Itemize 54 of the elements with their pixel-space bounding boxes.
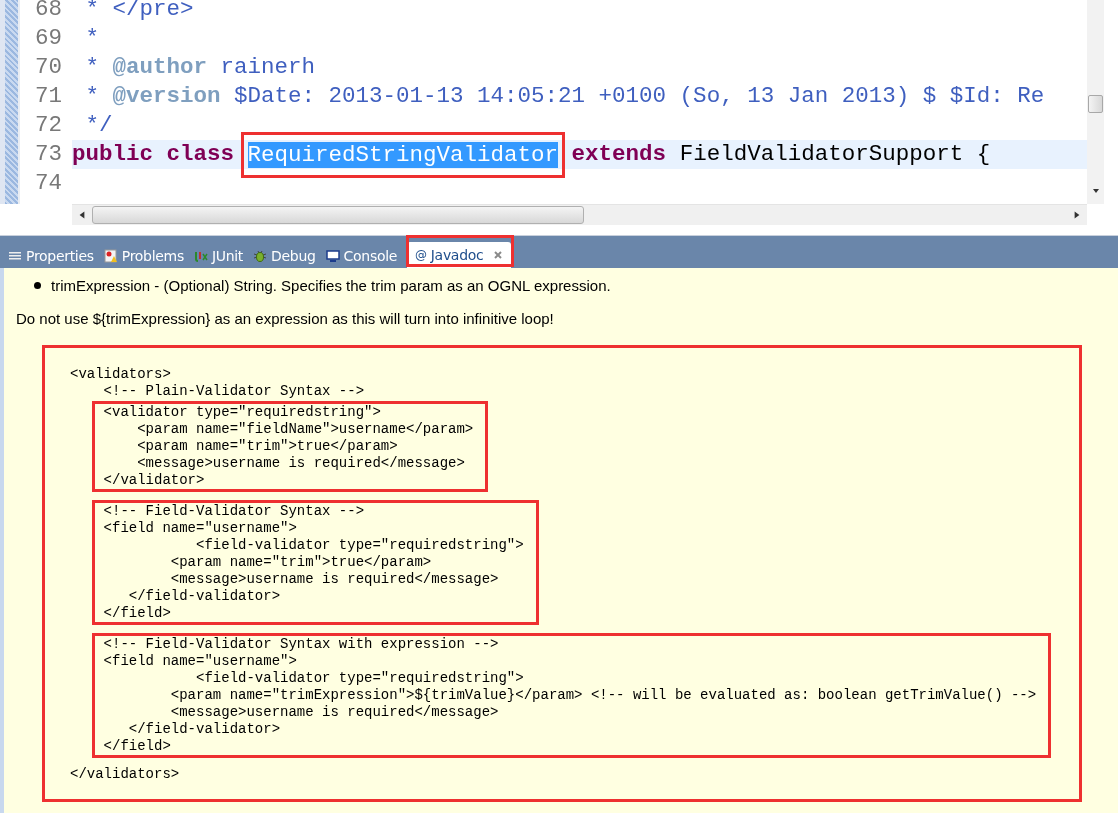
vertical-scrollbar[interactable] [1087,0,1104,204]
code-line: <field name="username"> [102,653,298,670]
bullet-icon [34,282,41,289]
doc-comment: * [84,53,100,82]
doc-comment: rainerh [219,53,316,82]
bullet-text: trimExpression - (Optional) String. Specifies the trim param as an OGNL expression. [51,277,611,294]
scroll-thumb[interactable] [1088,95,1103,113]
console-icon [325,249,340,263]
code-line: <!-- Plain-Validator Syntax --> [102,383,366,400]
code-line: <message>username is required</message> [169,704,500,721]
doc-comment: */ [84,111,113,140]
list-icon [8,249,22,263]
view-tab[interactable]: Properties [4,244,100,268]
code-line: </field> [102,738,172,755]
code-line: <validator type="requiredstring"> [102,404,382,421]
horizontal-scrollbar[interactable] [72,204,1087,225]
scroll-thumb[interactable] [92,206,584,224]
close-icon[interactable] [493,250,504,260]
keyword: extends [570,140,667,169]
view-tab[interactable]: JUnit [189,244,250,268]
line-number: 73 [20,140,72,169]
doc-paragraph: Do not use ${trimExpression} as an expression as this will turn into infinitive loop! [16,310,555,327]
doc-tag: @author [112,53,208,82]
doc-comment: $Date: 2013-01-13 14:05:21 +0100 (So, 13 Jan 2013) $ $Id: Re [233,82,1045,111]
code-line: </validator> [102,472,206,489]
javadoc-icon: @ [415,248,427,262]
code-text: FieldValidatorSupport { [678,140,991,169]
view-tab[interactable]: Debug [249,244,322,268]
code-line: <!-- Field-Validator Syntax with expression --> [102,636,500,653]
code-line: <field name="username"> [102,520,298,537]
keyword: public class [72,140,236,169]
bug-icon [253,249,268,263]
code-line: <param name="trimExpression">${trimValue}</param> <!-- will be evaluated as: boolean getTrimValue() --> [169,687,1037,704]
code-line: <param name="trim">true</param> [169,554,433,571]
view-tab[interactable]: Problems [99,244,190,268]
code-line: </field-validator> [127,721,282,738]
junit-icon [193,249,208,263]
code-line: <message>username is required</message> [169,571,500,588]
code-line: <field-validator type="requiredstring"> [195,670,525,687]
code-line: <field-validator type="requiredstring"> [195,537,524,554]
code-line: <message>username is required</message> [136,455,466,472]
code-line: </field-validator> [127,588,282,605]
view-tab[interactable]: Console [321,244,404,268]
doc-tag: @version [112,82,221,111]
selected-text: RequiredStringValidator [247,141,559,168]
code-line: <param name="trim">true</param> [136,438,399,455]
code-line: <validators> [70,366,172,383]
code-line: <param name="fieldName">username</param> [136,421,474,438]
code-line: </validators> [70,766,181,783]
code-line: <!-- Field-Validator Syntax --> [102,503,366,520]
doc-comment: * [84,82,100,111]
doc-comment: * [84,24,99,53]
problems-icon [103,249,118,263]
code-line: </field> [102,605,172,622]
